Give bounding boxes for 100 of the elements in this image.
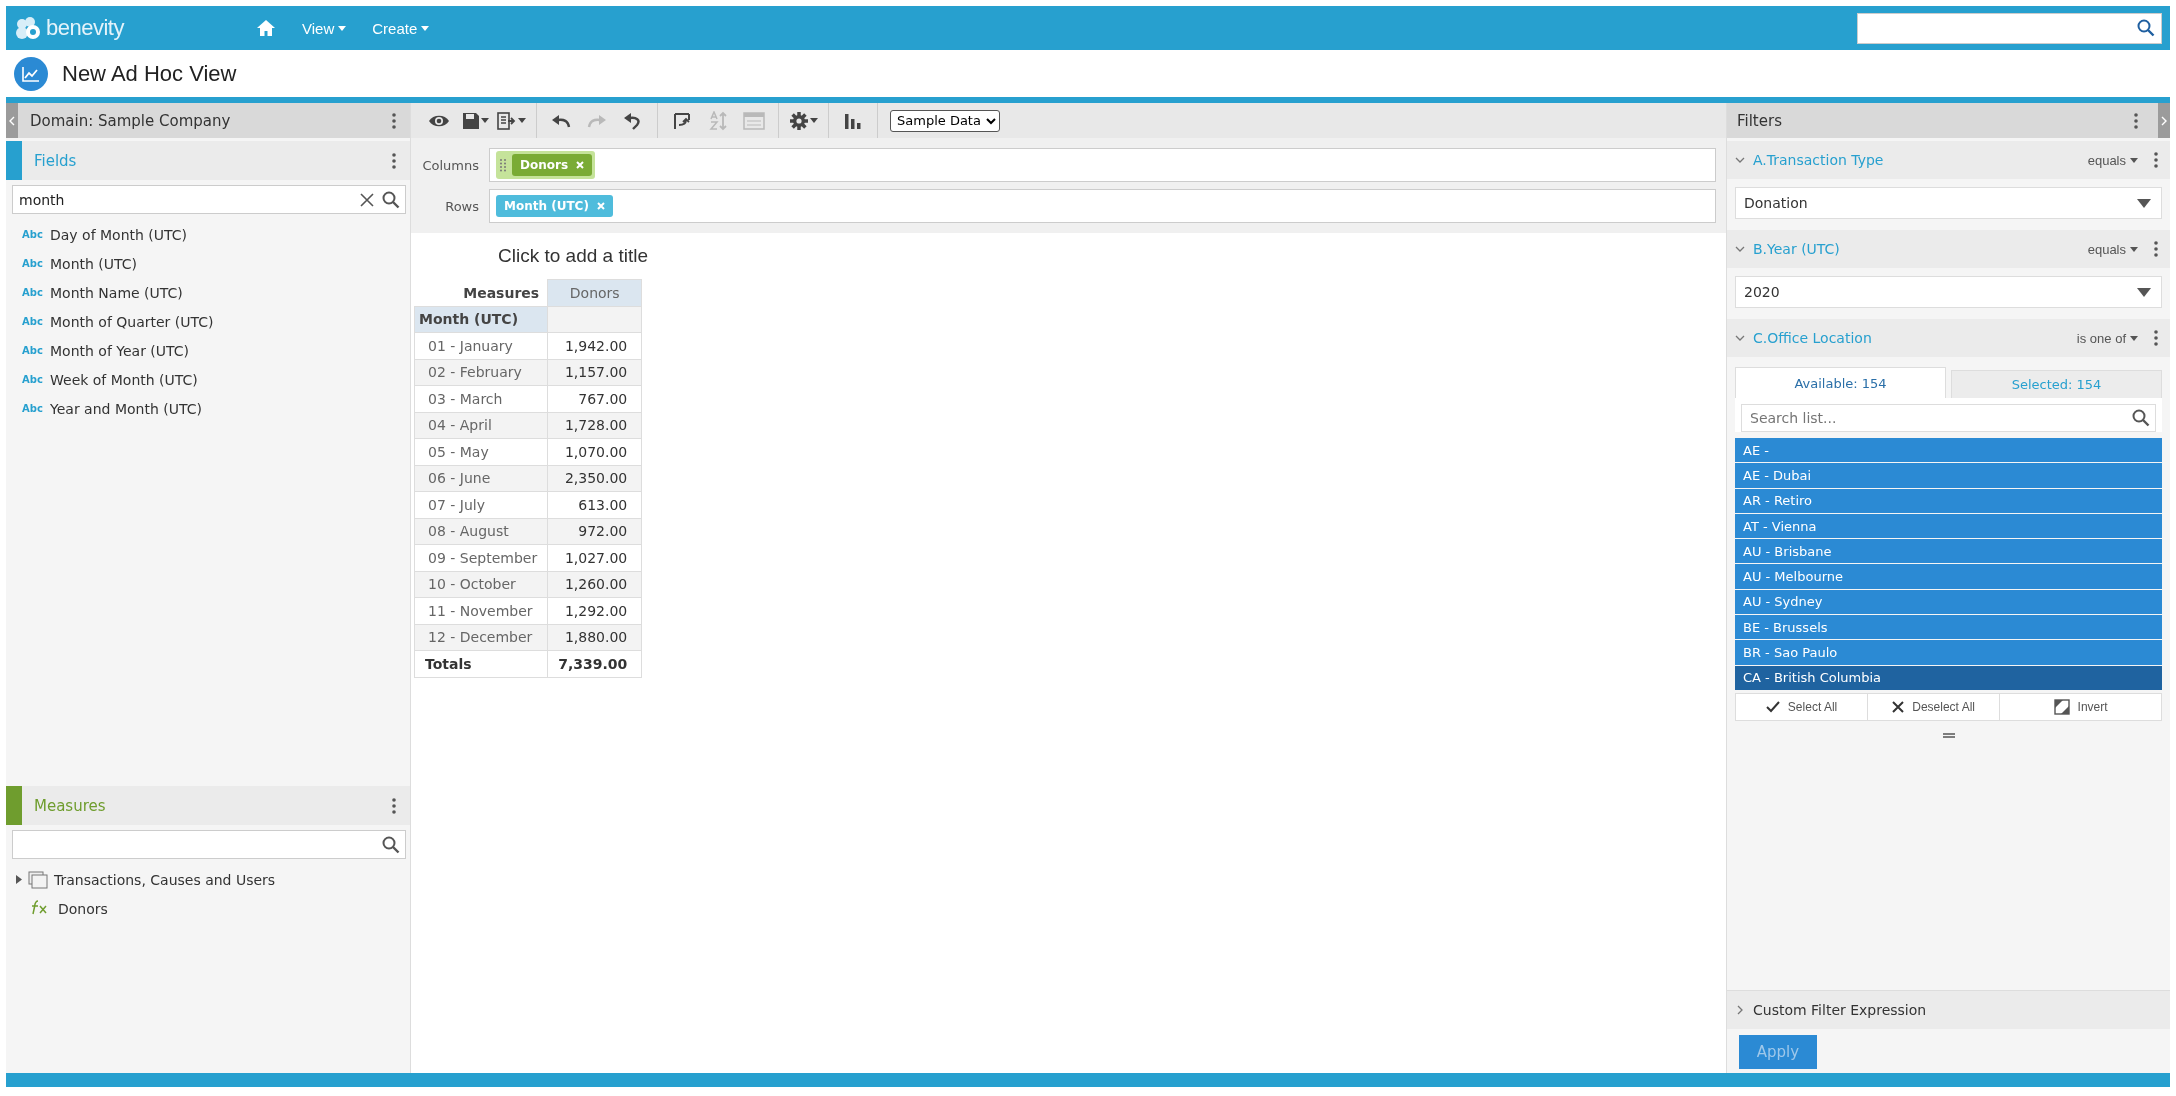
list-option[interactable]: AT - Vienna	[1735, 513, 2162, 539]
field-item[interactable]: Month of Quarter (UTC)	[50, 313, 214, 330]
remove-icon[interactable]	[576, 161, 585, 169]
search-field[interactable]: Search list...	[1741, 404, 2156, 432]
table-cell: 1,880.00	[547, 624, 642, 651]
expand-arrow-icon[interactable]	[16, 875, 22, 884]
table-cell: 10 - October	[414, 571, 548, 598]
redo-icon	[587, 113, 607, 128]
list-option[interactable]: AU - Brisbane	[1735, 539, 2162, 564]
type-tag: Abc	[22, 403, 44, 414]
grip-icon	[499, 158, 507, 172]
report-title[interactable]: Click to add a title	[498, 245, 1726, 267]
caret-icon	[810, 118, 818, 123]
chevron-right-icon[interactable]	[1737, 1005, 1743, 1015]
type-tag: Abc	[22, 316, 44, 327]
chevron-down-icon[interactable]	[1735, 246, 1745, 252]
caret-icon	[2130, 157, 2138, 163]
search-field[interactable]: month	[12, 185, 406, 214]
list-option[interactable]: AR - Retiro	[1735, 488, 2162, 513]
clear-icon[interactable]	[360, 192, 374, 207]
logo-icon	[14, 16, 42, 40]
list-option[interactable]: CA - British Columbia	[1735, 665, 2162, 690]
search-icon	[382, 835, 400, 854]
operator-dropdown[interactable]: is one of	[2076, 330, 2138, 346]
eye-icon	[428, 113, 450, 128]
gear-icon	[789, 110, 809, 131]
table-cell: 06 - June	[414, 465, 548, 492]
table-cell: 11 - November	[414, 597, 548, 624]
home-icon	[256, 19, 276, 37]
table-cell: 08 - August	[414, 518, 548, 545]
value-dropdown[interactable]: 2020	[1735, 276, 2162, 308]
search-icon	[382, 190, 400, 209]
chevron-right-icon	[2161, 115, 2167, 126]
field-item[interactable]: Year and Month (UTC)	[50, 400, 202, 417]
caret-icon	[480, 118, 489, 123]
table-cell: 12 - December	[414, 624, 548, 651]
formula-icon	[30, 898, 50, 915]
resize-handle-icon[interactable]	[1942, 732, 1955, 738]
field-item[interactable]: Month of Year (UTC)	[50, 342, 190, 359]
section-title: Measures	[34, 796, 107, 815]
logo-text: benevity	[46, 15, 124, 41]
type-tag: Abc	[22, 374, 44, 385]
undo-all-icon	[623, 111, 643, 130]
chevron-down-icon[interactable]	[1735, 335, 1745, 341]
sort-icon	[708, 110, 728, 131]
data-source-dropdown[interactable]: Sample Data	[890, 109, 1000, 132]
table-cell: 1,027.00	[547, 544, 642, 571]
zone-label: Rows	[444, 198, 479, 214]
table-cell: 09 - September	[414, 544, 548, 571]
table-cell: 1,260.00	[547, 571, 642, 598]
search-field[interactable]	[12, 830, 406, 859]
caret-icon	[2130, 335, 2138, 341]
field-item[interactable]: Month Name (UTC)	[50, 284, 183, 301]
operator-dropdown[interactable]: equals	[2087, 241, 2138, 257]
table-cell: 1,728.00	[547, 412, 642, 439]
list-option[interactable]: AU - Sydney	[1735, 589, 2162, 615]
field-item[interactable]: Week of Month (UTC)	[50, 371, 198, 388]
search-field[interactable]	[1857, 12, 2162, 44]
list-option[interactable]: BE - Brussels	[1735, 615, 2162, 640]
table-cell: 1,157.00	[547, 359, 642, 386]
tree-item[interactable]: Transactions, Causes and Users	[54, 871, 276, 888]
row-header: Month (UTC)	[414, 306, 548, 333]
chart-icon	[14, 56, 48, 91]
list-option[interactable]: AE -	[1735, 438, 2162, 463]
undo-icon	[551, 113, 571, 128]
search-icon	[2132, 409, 2150, 427]
value-dropdown[interactable]: Donation	[1735, 187, 2162, 219]
tree-item[interactable]: Donors	[58, 900, 108, 917]
list-option[interactable]: AU - Melbourne	[1735, 564, 2162, 589]
table-cell: 05 - May	[414, 438, 548, 465]
domain-title: Domain: Sample Company	[30, 111, 232, 130]
kebab-icon	[2154, 152, 2158, 168]
save-icon	[461, 111, 480, 130]
table-cell: 02 - February	[414, 359, 548, 386]
folder-icon	[28, 870, 48, 889]
kebab-icon	[2154, 241, 2158, 257]
list-option[interactable]: AE - Dubai	[1735, 463, 2162, 488]
operator-dropdown[interactable]: equals	[2087, 152, 2138, 168]
table-cell: 1,292.00	[547, 597, 642, 624]
search-icon	[2137, 19, 2155, 37]
tab[interactable]: Available: 154	[1735, 367, 1946, 398]
chevron-down-icon[interactable]	[1735, 157, 1745, 163]
filter-name: A.Transaction Type	[1753, 152, 1885, 168]
table-cell: 1,070.00	[547, 438, 642, 465]
kebab-icon	[392, 152, 396, 169]
list-option[interactable]: BR - Sao Paulo	[1735, 640, 2162, 665]
table-cell: 2,350.00	[547, 465, 642, 492]
dropdown-arrow-icon	[2137, 287, 2151, 297]
filter-name: B.Year (UTC)	[1753, 241, 1841, 257]
home-button[interactable]	[256, 19, 276, 37]
caret-icon	[2130, 246, 2138, 252]
kebab-icon	[392, 797, 396, 814]
expression-header[interactable]: Custom Filter Expression	[1727, 990, 2170, 1029]
field-item[interactable]: Month (UTC)	[50, 255, 137, 272]
table-cell: Totals	[414, 650, 548, 677]
layout-icon	[743, 111, 765, 130]
page-title: New Ad Hoc View	[62, 60, 237, 87]
field-item[interactable]: Day of Month (UTC)	[50, 226, 188, 243]
table-cell: 7,339.00	[547, 650, 642, 677]
table-cell: 972.00	[547, 518, 642, 545]
